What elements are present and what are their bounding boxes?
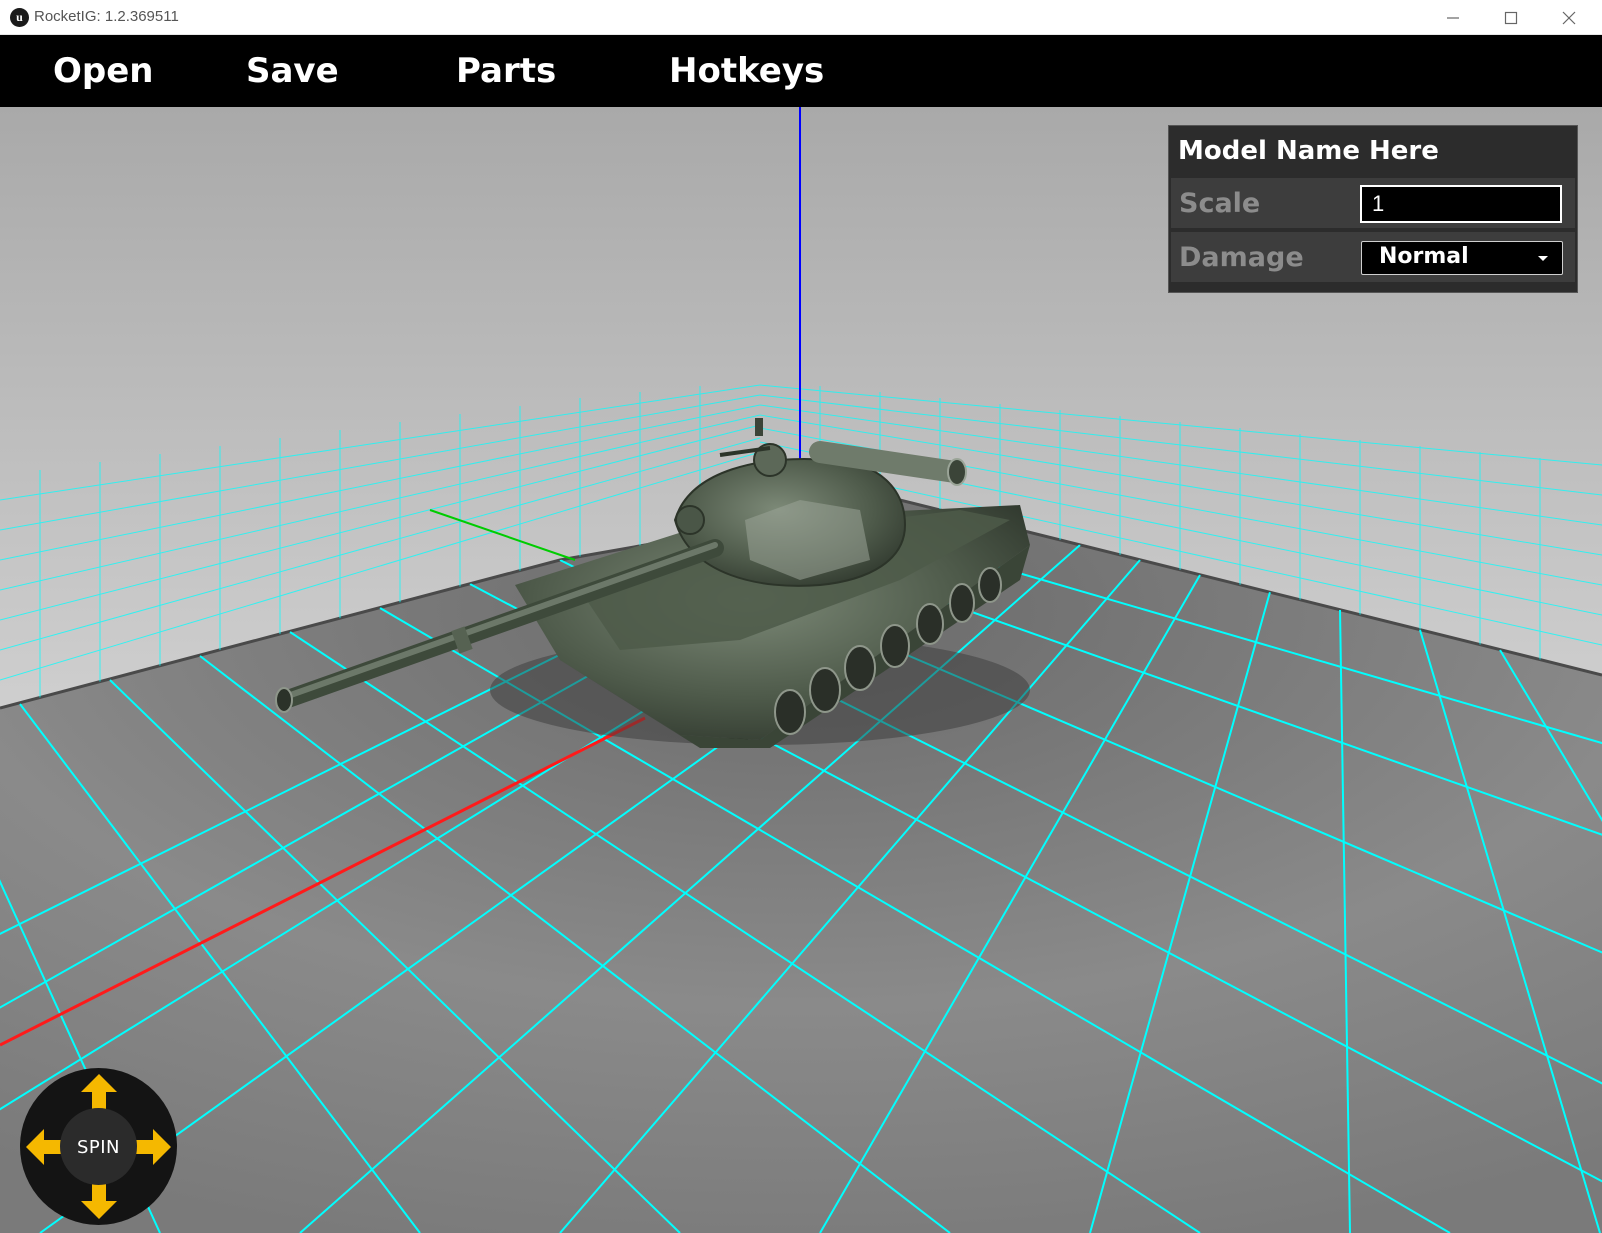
scale-label: Scale (1179, 188, 1261, 219)
menu-hotkeys[interactable]: Hotkeys (669, 49, 824, 93)
spin-control[interactable]: SPIN (20, 1068, 177, 1225)
close-icon (1562, 11, 1576, 25)
scale-row: Scale (1171, 178, 1575, 228)
menu-save[interactable]: Save (246, 49, 339, 93)
spin-center-button[interactable]: SPIN (60, 1108, 137, 1185)
maximize-icon (1504, 11, 1518, 25)
minimize-button[interactable] (1424, 0, 1482, 35)
scale-input[interactable] (1360, 185, 1562, 223)
damage-row: Damage Normal (1171, 232, 1575, 282)
app-logo-icon: u (10, 8, 29, 27)
app-window: u RocketIG: 1.2.369511 Open Save Parts H… (0, 0, 1602, 1233)
menu-open[interactable]: Open (53, 49, 154, 93)
close-button[interactable] (1540, 0, 1598, 35)
arrow-right-icon[interactable] (133, 1129, 171, 1165)
arrow-up-icon[interactable] (81, 1074, 117, 1112)
title-bar[interactable]: u RocketIG: 1.2.369511 (0, 0, 1602, 35)
spin-label: SPIN (76, 1137, 121, 1158)
arrow-down-icon[interactable] (81, 1181, 117, 1219)
chevron-down-icon (1538, 256, 1548, 261)
damage-selected-value: Normal (1379, 244, 1469, 269)
maximize-button[interactable] (1482, 0, 1540, 35)
model-name-title: Model Name Here (1178, 136, 1439, 166)
menu-bar: Open Save Parts Hotkeys (0, 35, 1602, 107)
minimize-icon (1447, 17, 1459, 19)
damage-label: Damage (1179, 242, 1304, 273)
arrow-left-icon[interactable] (26, 1129, 64, 1165)
damage-dropdown[interactable]: Normal (1361, 241, 1563, 275)
window-title: RocketIG: 1.2.369511 (34, 8, 179, 25)
menu-parts[interactable]: Parts (456, 49, 556, 93)
model-properties-panel: Model Name Here Scale Damage Normal (1168, 125, 1578, 293)
